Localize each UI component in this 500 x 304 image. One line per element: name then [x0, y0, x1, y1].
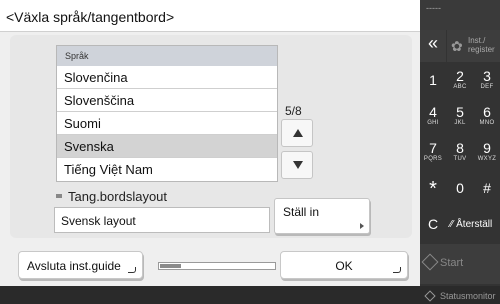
back-button[interactable]: «: [420, 30, 446, 62]
keyboard-layout-label-text: Tang.bordslayout: [68, 189, 168, 204]
keyboard-layout-field: Svensk layout: [54, 207, 270, 233]
reset-button[interactable]: ⁄⁄ Återställ: [447, 208, 500, 242]
key-7[interactable]: 7 PQRS: [420, 136, 446, 170]
status-monitor-icon: [424, 290, 436, 302]
language-list-header: Språk: [57, 46, 277, 66]
set-button[interactable]: Ställ in: [274, 198, 370, 234]
key-1[interactable]: 1: [420, 64, 446, 98]
exit-guide-button[interactable]: Avsluta inst.guide: [18, 251, 143, 279]
control-panel-row1: « ✿ Inst./register: [420, 30, 500, 62]
key-2[interactable]: 2 ABC: [447, 64, 473, 98]
list-item-selected[interactable]: Svenska: [57, 135, 277, 158]
key-hash[interactable]: #: [474, 172, 500, 206]
status-monitor-button[interactable]: Statusmonitor: [420, 288, 500, 304]
corner-arrow-icon: [360, 223, 364, 229]
reset-icon: ⁄⁄: [450, 219, 454, 230]
progress-fill: [160, 264, 181, 268]
ok-button[interactable]: OK: [280, 251, 408, 279]
key-5[interactable]: 5 JKL: [447, 100, 473, 134]
key-8[interactable]: 8 TUV: [447, 136, 473, 170]
page-indicator: 5/8: [285, 104, 302, 118]
enter-icon: [393, 267, 401, 273]
control-panel: ----- « ✿ Inst./register 1 2 ABC 3 DEF 4 GH…: [420, 0, 500, 286]
key-4[interactable]: 4 GHI: [420, 100, 446, 134]
exit-guide-label: Avsluta inst.guide: [27, 259, 121, 273]
list-item[interactable]: Suomi: [57, 112, 277, 135]
list-item[interactable]: Tiếng Việt Nam: [57, 158, 277, 181]
settings-register-button[interactable]: ✿ Inst./register: [447, 30, 500, 62]
key-9[interactable]: 9 WXYZ: [474, 136, 500, 170]
back-icon: «: [427, 33, 438, 53]
list-item[interactable]: Slovenščina: [57, 89, 277, 112]
language-list: Språk Slovenčina Slovenščina Suomi Svens…: [56, 45, 278, 182]
scroll-up-icon: [293, 129, 303, 137]
gear-icon: ✿: [451, 38, 463, 54]
page-title: <Växla språk/tangentbord>: [6, 9, 175, 25]
start-label: Start: [440, 257, 464, 269]
status-monitor-label: Statusmonitor: [440, 291, 496, 301]
scroll-up-button[interactable]: [281, 119, 313, 147]
scroll-down-icon: [293, 161, 303, 169]
key-3[interactable]: 3 DEF: [474, 64, 500, 98]
key-star[interactable]: *: [420, 172, 446, 206]
enter-icon: [128, 267, 136, 273]
keyboard-layout-label: Tang.bordslayout: [56, 189, 167, 204]
bottom-bar: Avsluta inst.guide OK: [10, 248, 412, 282]
bullet-icon: [56, 194, 62, 198]
clear-button[interactable]: C: [420, 208, 446, 242]
scroll-down-button[interactable]: [281, 151, 313, 179]
key-0[interactable]: 0: [447, 172, 473, 206]
title-bar: <Växla språk/tangentbord>: [0, 0, 420, 32]
start-button[interactable]: Start: [420, 244, 500, 284]
list-item[interactable]: Slovenčina: [57, 66, 277, 89]
key-6[interactable]: 6 MNO: [474, 100, 500, 134]
start-icon: [421, 253, 439, 271]
progress-bar: [158, 262, 276, 270]
control-panel-top: -----: [420, 0, 500, 30]
top-indicator: -----: [426, 3, 441, 13]
settings-register-label: Inst./register: [468, 36, 495, 54]
set-button-label: Ställ in: [283, 205, 320, 219]
reset-label: Återställ: [456, 219, 493, 230]
main-panel: <Växla språk/tangentbord> Språk Slovenči…: [0, 0, 420, 286]
ok-label: OK: [335, 259, 353, 273]
